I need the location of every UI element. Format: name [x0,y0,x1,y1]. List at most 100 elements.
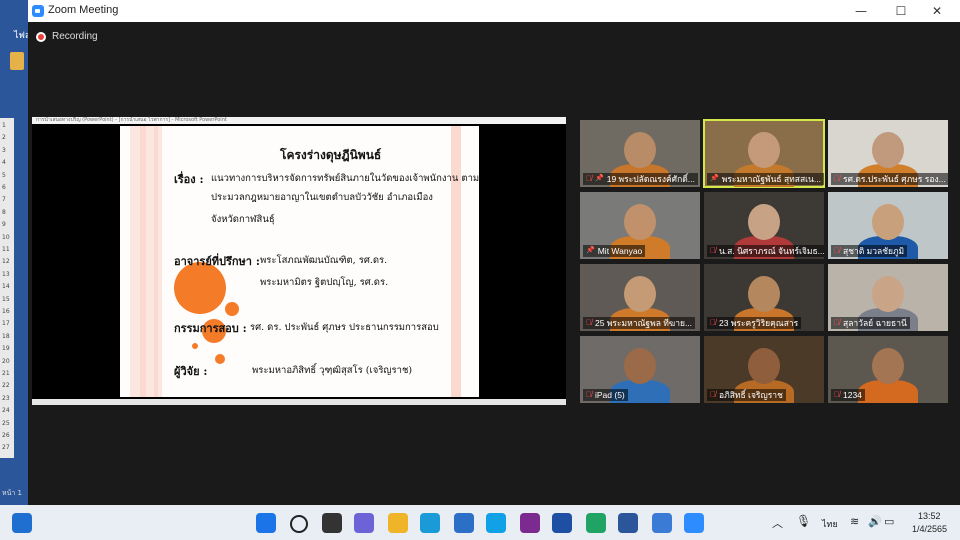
participant-name: อภิสิทธิ์ เจริญราช [719,390,783,400]
participant-tile[interactable]: 🎙̸ 1234 [828,336,948,403]
start-icon[interactable] [256,513,276,533]
search-icon[interactable] [290,515,308,533]
mic-muted-icon: 🎙̸ [834,174,840,183]
ruler-number: 8 [2,208,6,216]
participant-tile[interactable]: 📌 Mit Wanyao [580,192,700,259]
battery-icon[interactable]: ▭ [884,515,894,528]
participant-tile[interactable]: 🎙̸ อภิสิทธิ์ เจริญราช [704,336,824,403]
participant-name: 25 พระมหาณัฐพล ทีฆาย... [595,318,693,328]
paste-icon[interactable] [10,52,24,70]
decor-circle [215,354,225,364]
committee-label: กรรมการสอบ : [174,322,247,335]
vertical-ruler: 1 2 3 4 5 6 7 8 9 10 11 12 13 14 15 16 17 18 19 20 21 22 23 24 2… [0,118,14,458]
input-language[interactable]: ไทย [822,517,838,531]
participant-video-face [624,132,656,168]
participant-video-face [748,132,780,168]
participant-name: รศ.ดร.ประพันธ์ ศุภษร รอง... [843,174,946,184]
onenote-icon[interactable] [520,513,540,533]
skype-icon[interactable] [486,513,506,533]
ruler-number: 14 [2,283,10,291]
decor-circle [225,302,239,316]
slide-decor-stripe [451,126,461,397]
participant-video-face [748,348,780,384]
mic-muted-icon: 🎙̸ [586,174,592,183]
participant-video-face [748,204,780,240]
participant-video-face [624,204,656,240]
ruler-number: 22 [2,382,10,390]
participant-tile[interactable]: 🎙̸ 25 พระมหาณัฐพล ทีฆาย... [580,264,700,331]
widgets-icon[interactable] [12,513,32,533]
word-icon[interactable] [618,513,638,533]
mic-muted-icon: 🎙̸ [586,318,592,327]
participant-name: น.ส. นิศราภรณ์ จันทร์เจิมธ... [719,246,824,256]
participant-tile[interactable]: 🎙̸ สุชาติ มวลชัยภูมิ [828,192,948,259]
participant-tile[interactable]: 📌 พระมหาณัฐพันธ์ สุทสสเน... [703,119,825,188]
ruler-number: 15 [2,295,10,303]
participant-name-tag: 🎙̸ 📌 19 พระปลัดณรงค์ศักดิ์... [583,173,698,185]
mail-icon[interactable] [454,513,474,533]
topic-line-3: จังหวัดกาฬสินธุ์ [211,214,275,225]
participant-name-tag: 🎙̸ รศ.ดร.ประพันธ์ ศุภษร รอง... [831,173,948,185]
wifi-icon[interactable]: ≋ [850,515,859,528]
participant-name-tag: 🎙̸ สุลาวัลย์ ฉายธานี [831,317,910,329]
ruler-number: 25 [2,419,10,427]
shared-screen[interactable]: การนำเสนอทางปริญ (PowerPoint) - [การนำเส… [32,117,566,405]
ruler-number: 18 [2,332,10,340]
close-button[interactable]: ✕ [922,2,952,20]
edge-icon[interactable] [420,513,440,533]
participant-tile[interactable]: 🎙̸ iPad (5) [580,336,700,403]
ruler-number: 9 [2,221,6,229]
microphone-icon[interactable]: 🎙 [796,514,811,528]
chevron-up-icon[interactable]: ︿ [772,515,783,531]
topic-line-2: ประมวลกฎหมายอาญาในเขตตำบลบัววัชัย อำเภอเ… [211,192,433,203]
maximize-button[interactable]: ☐ [886,2,916,20]
clock-time[interactable]: 13:52 [918,511,941,521]
zoom-window: Zoom Meeting — ☐ ✕ Recording การนำเสนอทา… [28,0,960,505]
background-word-window: ไฟล 1 2 3 4 5 6 7 8 9 10 11 12 13 14 15 16 17 18 19 20 21 22 2… [0,0,30,505]
minimize-button[interactable]: — [846,2,876,20]
ruler-number: 12 [2,258,10,266]
ruler-number: 21 [2,370,10,377]
recording-indicator[interactable]: Recording [36,31,98,42]
ruler-number: 10 [2,233,10,241]
photos-icon[interactable] [652,513,672,533]
line-icon[interactable] [586,513,606,533]
participant-tile[interactable]: 🎙̸ น.ส. นิศราภรณ์ จันทร์เจิมธ... [704,192,824,259]
ruler-number: 1 [2,122,6,129]
researcher-name: พระมหาอภิสิทธิ์ วุฑฺฒิสุสโร (เจริญราช) [252,365,413,376]
participant-video-face [624,276,656,312]
mic-muted-icon: 🎙̸ [710,246,716,255]
participant-name-tag: 🎙̸ 1234 [831,389,865,401]
participant-tile[interactable]: 🎙̸ 23 พระครูวิริยคุณสาร [704,264,824,331]
ruler-number: 2 [2,134,6,142]
participant-name: 1234 [843,390,862,400]
advisor-label: อาจารย์ที่ปรึกษา : [174,255,260,268]
zoom-taskbar-icon[interactable] [684,513,704,533]
participant-name-tag: 🎙̸ 25 พระมหาณัฐพล ทีฆาย... [583,317,696,329]
participant-tile[interactable]: 🎙̸ สุลาวัลย์ ฉายธานี [828,264,948,331]
powerpoint-title-bar: การนำเสนอทางปริญ (PowerPoint) - [การนำเส… [32,117,566,124]
title-bar: Zoom Meeting — ☐ ✕ [28,0,960,22]
facebook-icon[interactable] [552,513,572,533]
participant-tile[interactable]: 🎙̸ 📌 19 พระปลัดณรงค์ศักดิ์... [580,120,700,187]
file-explorer-icon[interactable] [388,513,408,533]
participant-name-tag: 🎙̸ 23 พระครูวิริยคุณสาร [707,317,802,329]
ruler-number: 19 [2,345,10,353]
participant-tile[interactable]: 🎙̸ รศ.ดร.ประพันธ์ ศุภษร รอง... [828,120,948,187]
pin-icon: 📌 [710,175,719,182]
volume-icon[interactable]: 🔊 [868,515,882,528]
teams-chat-icon[interactable] [354,513,374,533]
task-view-icon[interactable] [322,513,342,533]
participant-video-face [748,276,780,312]
participant-name: 23 พระครูวิริยคุณสาร [719,318,799,328]
mic-muted-icon: 🎙̸ [834,390,840,399]
windows-taskbar: ︿ 🎙 ไทย ≋ 🔊 ▭ 13:52 1/4/2565 [0,505,960,540]
slide-decor-stripe [154,126,158,397]
clock-date[interactable]: 1/4/2565 [912,524,947,534]
ruler-number: 13 [2,270,10,278]
record-icon [36,31,46,42]
recording-label: Recording [52,31,98,42]
decor-circle [192,343,198,349]
participant-name-tag: 🎙̸ iPad (5) [583,389,628,401]
ruler-number: 6 [2,184,6,191]
